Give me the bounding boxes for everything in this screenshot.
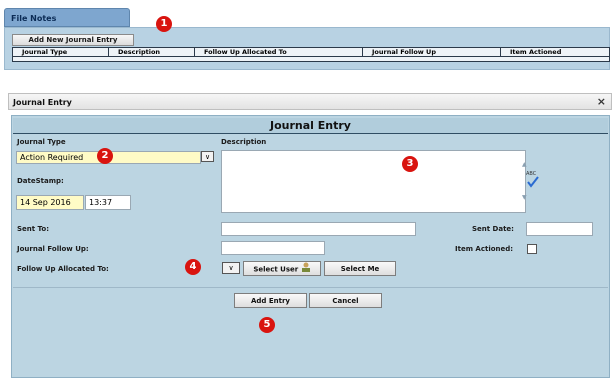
column-header-journal-type[interactable]: Journal Type (13, 48, 109, 56)
journal-follow-up-field[interactable] (221, 241, 325, 255)
scroll-up-icon[interactable]: ▲ (522, 161, 527, 168)
journal-type-label: Journal Type (17, 138, 66, 146)
item-actioned-checkbox[interactable] (527, 244, 537, 254)
column-header-item-actioned[interactable]: Item Actioned (501, 48, 609, 56)
sent-to-label: Sent To: (17, 225, 50, 233)
select-user-label: Select User (253, 265, 299, 274)
sent-to-field[interactable] (221, 222, 416, 236)
time-value: 13:37 (89, 198, 113, 207)
cancel-button[interactable]: Cancel (309, 293, 382, 308)
journal-grid: Journal Type Description Follow Up Alloc… (12, 47, 610, 62)
marker-2: 2 (97, 148, 113, 164)
datestamp-label: DateStamp: (17, 177, 64, 185)
select-user-button[interactable]: Select User (243, 261, 321, 276)
column-header-journal-follow-up[interactable]: Journal Follow Up (363, 48, 501, 56)
marker-3: 3 (402, 156, 418, 172)
select-me-button[interactable]: Select Me (324, 261, 396, 276)
marker-5: 5 (259, 317, 275, 333)
journal-type-chevron-down-icon[interactable]: ∨ (201, 151, 214, 162)
scroll-down-icon[interactable]: ▼ (522, 194, 527, 201)
sent-date-label: Sent Date: (472, 225, 514, 233)
dialog-title: Journal Entry (13, 98, 72, 107)
file-notes-tab[interactable]: File Notes (4, 8, 130, 27)
marker-1: 1 (156, 16, 172, 32)
description-textarea[interactable] (221, 150, 526, 213)
marker-4: 4 (185, 259, 201, 275)
date-value: 14 Sep 2016 (20, 198, 71, 207)
follow-up-allocated-label: Follow Up Allocated To: (17, 265, 109, 273)
close-icon[interactable]: × (597, 95, 606, 108)
user-icon (301, 262, 311, 277)
follow-up-user-select[interactable]: ∨ (222, 262, 240, 274)
add-entry-button[interactable]: Add Entry (234, 293, 307, 308)
grid-divider (13, 56, 609, 57)
spellcheck-icon[interactable]: ABC (526, 171, 540, 188)
date-field[interactable]: 14 Sep 2016 (16, 195, 84, 210)
description-label: Description (221, 138, 267, 146)
time-field[interactable]: 13:37 (85, 195, 131, 210)
file-notes-tab-label: File Notes (11, 14, 57, 23)
column-header-follow-up-allocated-to[interactable]: Follow Up Allocated To (195, 48, 363, 56)
sent-date-field[interactable] (526, 222, 593, 236)
journal-type-value: Action Required (20, 153, 84, 162)
item-actioned-label: Item Actioned: (455, 245, 514, 253)
journal-follow-up-label: Journal Follow Up: (17, 245, 89, 253)
column-header-description[interactable]: Description (109, 48, 195, 56)
footer-divider (13, 287, 608, 288)
add-new-journal-entry-button[interactable]: Add New Journal Entry (12, 34, 134, 46)
dialog-header: Journal Entry (13, 118, 608, 134)
dialog-title-bar: Journal Entry (8, 93, 612, 110)
